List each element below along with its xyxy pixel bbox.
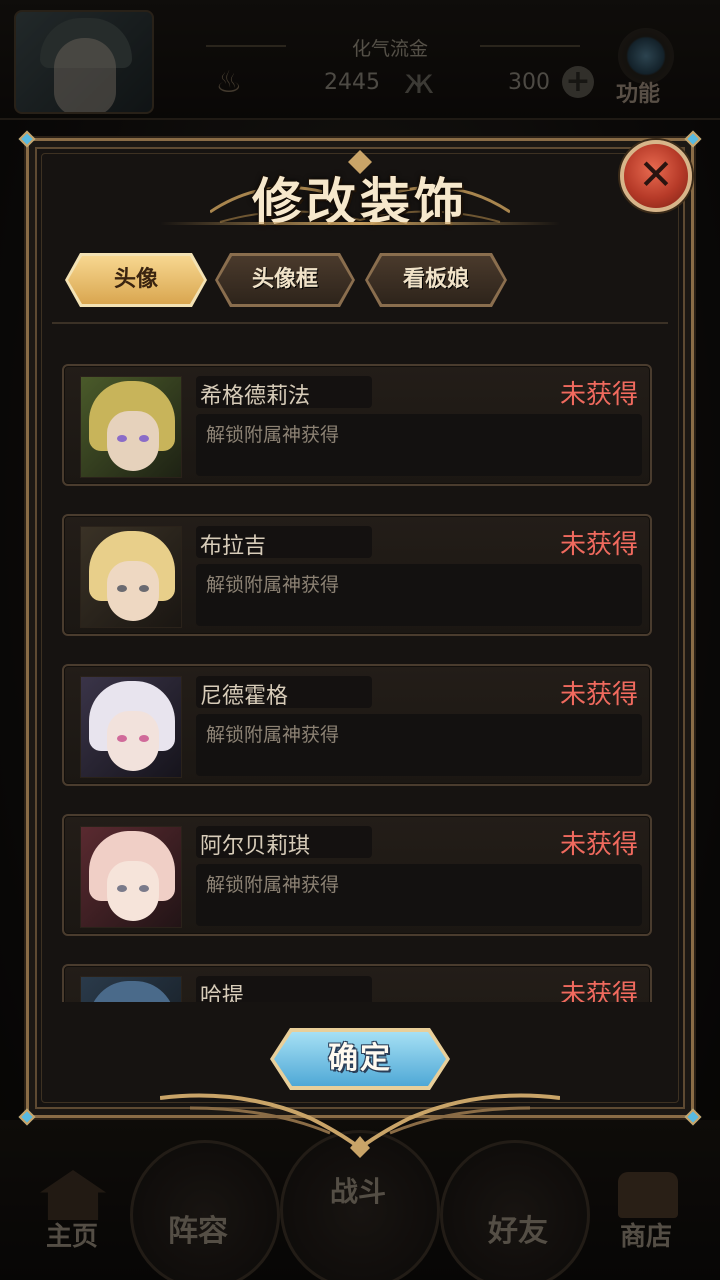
item-desc: 解锁附属神获得 [206, 424, 340, 446]
list-item[interactable]: 阿尔贝莉琪 未获得 解锁附属神获得 [62, 814, 652, 936]
list-item[interactable]: 希格德莉法 未获得 解锁附属神获得 [62, 364, 652, 486]
item-name: 哈提 [200, 984, 245, 1002]
avatar-portrait [80, 376, 182, 478]
tab-avatar-frame[interactable]: 头像框 [218, 256, 352, 304]
avatar-portrait [80, 526, 182, 628]
status-badge: 未获得 [559, 980, 638, 1002]
avatar-portrait [80, 676, 182, 778]
confirm-button[interactable]: 确定 [270, 1028, 450, 1090]
avatar-list[interactable]: 希格德莉法 未获得 解锁附属神获得 布拉吉 未获得 解锁附属神获得 尼德霍格 未… [52, 322, 668, 1002]
bottom-ornament [160, 1093, 560, 1158]
item-name: 希格德莉法 [200, 384, 311, 409]
list-item[interactable]: 布拉吉 未获得 解锁附属神获得 [62, 514, 652, 636]
close-button[interactable]: ✕ [620, 140, 692, 212]
item-desc: 解锁附属神获得 [206, 874, 340, 896]
tab-label: 头像框 [251, 267, 318, 292]
status-badge: 未获得 [559, 530, 638, 560]
item-name: 布拉吉 [200, 534, 267, 559]
status-badge: 未获得 [559, 830, 638, 860]
title-underline [160, 222, 560, 225]
tab-avatar[interactable]: 头像 [68, 256, 204, 304]
tab-label: 头像 [113, 267, 158, 292]
list-item[interactable]: 尼德霍格 未获得 解锁附属神获得 [62, 664, 652, 786]
list-item[interactable]: 哈提 未获得 [62, 964, 652, 1002]
avatar-portrait [80, 826, 182, 928]
status-badge: 未获得 [559, 680, 638, 710]
close-icon: ✕ [638, 150, 674, 199]
status-badge: 未获得 [559, 380, 638, 410]
tab-mascot[interactable]: 看板娘 [368, 256, 504, 304]
item-name: 阿尔贝莉琪 [200, 834, 311, 859]
confirm-label: 确定 [328, 1041, 392, 1076]
tab-label: 看板娘 [402, 267, 469, 292]
item-name: 尼德霍格 [200, 684, 289, 709]
avatar-portrait [80, 976, 182, 1002]
item-desc: 解锁附属神获得 [206, 724, 340, 746]
item-desc: 解锁附属神获得 [206, 574, 340, 596]
